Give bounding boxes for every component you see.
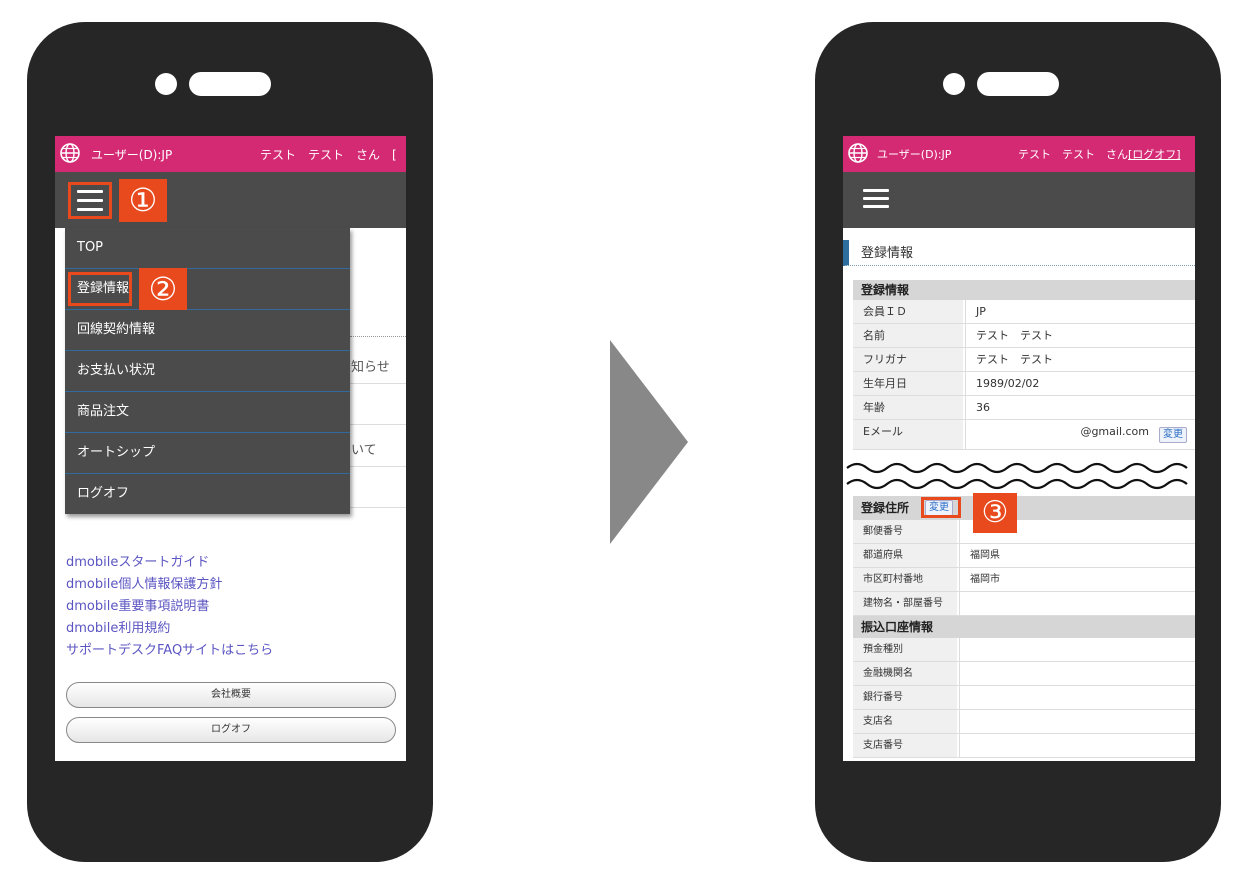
table-row: 預金種別 — [853, 638, 1195, 662]
row-label: 建物名・部屋番号 — [853, 592, 957, 615]
row-value: テスト テスト — [965, 324, 1195, 347]
divider — [350, 424, 406, 425]
menu-item-autoship[interactable]: オートシップ — [65, 433, 350, 474]
table-row: 支店名 — [853, 710, 1195, 734]
row-value: 1989/02/02 — [965, 372, 1195, 395]
background-text: いて — [351, 443, 377, 458]
row-label: 銀行番号 — [853, 686, 957, 709]
user-id: ユーザー(D):JP — [91, 148, 173, 162]
user-name: テスト テスト さん [ — [260, 148, 397, 162]
row-value — [959, 662, 1195, 685]
highlight-box-menu — [68, 182, 112, 219]
table-row: 金融機関名 — [853, 662, 1195, 686]
menu-item-logoff[interactable]: ログオフ — [65, 474, 350, 515]
row-value — [959, 638, 1195, 661]
row-label: 生年月日 — [853, 372, 963, 395]
table-header-address: 登録住所 — [853, 496, 1195, 520]
table-row: 都道府県 福岡県 — [853, 544, 1195, 568]
table-row: 生年月日 1989/02/02 — [853, 372, 1195, 396]
table-header-bank: 振込口座情報 — [853, 616, 1195, 638]
table-row: Eメール @gmail.com 変更 — [853, 420, 1195, 450]
nav-bar — [843, 172, 1195, 228]
menu-item-line-contract[interactable]: 回線契約情報 — [65, 310, 350, 351]
row-label: Eメール — [853, 420, 963, 449]
table-row: フリガナ テスト テスト — [853, 348, 1195, 372]
link-faq[interactable]: サポートデスクFAQサイトはこちら — [66, 639, 273, 658]
row-value — [959, 734, 1195, 757]
screen-left: ユーザー(D):JP テスト テスト さん [ ① 知らせ いて TOP 登録情… — [55, 136, 406, 761]
logoff-link[interactable]: [ログオフ] — [1128, 146, 1181, 162]
table-row: 市区町村番地 福岡市 — [853, 568, 1195, 592]
row-label: 金融機関名 — [853, 662, 957, 685]
table-row: 名前 テスト テスト — [853, 324, 1195, 348]
globe-icon[interactable] — [847, 142, 869, 164]
row-label: 市区町村番地 — [853, 568, 957, 591]
email-change-button[interactable]: 変更 — [1159, 427, 1187, 443]
table-row: 銀行番号 — [853, 686, 1195, 710]
nav-bar: ① — [55, 172, 406, 228]
highlight-box-registration — [68, 272, 132, 306]
table-header-registration: 登録情報 — [853, 280, 1195, 300]
row-value: 36 — [965, 396, 1195, 419]
highlight-box-address-change — [921, 497, 961, 518]
row-label: 預金種別 — [853, 638, 957, 661]
camera-dot — [943, 73, 965, 95]
link-privacy-policy[interactable]: dmobile個人情報保護方針 — [66, 573, 222, 592]
row-label: 支店番号 — [853, 734, 957, 757]
menu-item-top[interactable]: TOP — [65, 228, 350, 269]
row-value: テスト テスト — [965, 348, 1195, 371]
top-bar: ユーザー(D):JP テスト テスト さん [ — [55, 136, 406, 172]
divider — [350, 507, 406, 508]
row-label: 名前 — [853, 324, 963, 347]
speaker-slot — [189, 72, 271, 96]
divider — [350, 466, 406, 467]
row-value — [959, 686, 1195, 709]
user-id: ユーザー(D):JP — [877, 148, 952, 161]
row-value: JP — [965, 300, 1195, 323]
divider — [350, 383, 406, 384]
row-label: 郵便番号 — [853, 520, 957, 543]
hamburger-menu-icon[interactable] — [863, 189, 889, 211]
user-name: テスト テスト さん — [1018, 148, 1128, 161]
row-label: 会員ＩＤ — [853, 300, 963, 323]
row-label: 支店名 — [853, 710, 957, 733]
step-badge-2: ② — [139, 268, 187, 310]
table-row: 年齢 36 — [853, 396, 1195, 420]
background-text: 知らせ — [351, 360, 390, 375]
camera-dot — [155, 73, 177, 95]
screen-right: ユーザー(D):JP テスト テスト さん [ログオフ] 登録情報 登録情報 会… — [843, 136, 1195, 761]
row-value — [959, 520, 1195, 543]
table-row: 会員ＩＤ JP — [853, 300, 1195, 324]
row-label: 年齢 — [853, 396, 963, 419]
row-label: 都道府県 — [853, 544, 957, 567]
row-value — [959, 592, 1195, 615]
table-row: 支店番号 — [853, 734, 1195, 758]
row-value — [959, 710, 1195, 733]
next-step-arrow — [610, 340, 688, 544]
menu-item-payment-status[interactable]: お支払い状況 — [65, 351, 350, 392]
speaker-slot — [977, 72, 1059, 96]
top-bar: ユーザー(D):JP テスト テスト さん [ログオフ] — [843, 136, 1195, 172]
link-terms[interactable]: dmobile利用規約 — [66, 617, 170, 636]
logoff-button[interactable]: ログオフ — [66, 717, 396, 743]
content-break-wave — [843, 454, 1195, 494]
table-row: 建物名・部屋番号 — [853, 592, 1195, 616]
table-row: 郵便番号 — [853, 520, 1195, 544]
dropdown-menu: TOP 登録情報 回線契約情報 お支払い状況 商品注文 オートシップ ログオフ … — [65, 228, 350, 514]
page-title: 登録情報 — [843, 240, 1195, 266]
row-label: フリガナ — [853, 348, 963, 371]
menu-item-order[interactable]: 商品注文 — [65, 392, 350, 433]
step-badge-1: ① — [119, 179, 167, 222]
row-value: 福岡市 — [959, 568, 1195, 591]
company-info-button[interactable]: 会社概要 — [66, 682, 396, 708]
globe-icon[interactable] — [59, 142, 81, 164]
row-value: 福岡県 — [959, 544, 1195, 567]
link-important-notes[interactable]: dmobile重要事項説明書 — [66, 595, 209, 614]
divider — [350, 336, 406, 337]
link-start-guide[interactable]: dmobileスタートガイド — [66, 551, 209, 570]
